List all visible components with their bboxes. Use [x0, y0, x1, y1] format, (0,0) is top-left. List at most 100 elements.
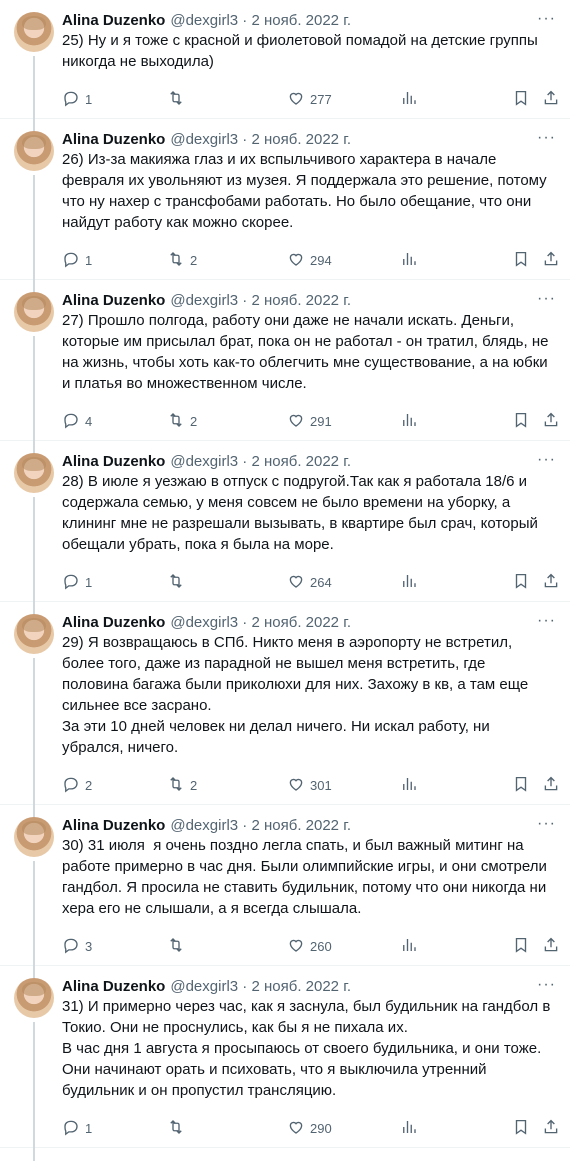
author-handle-date[interactable]: @dexgirl3 · 2 нояб. 2022 г. [170, 131, 351, 148]
author-name[interactable]: Alina Duzenko [62, 292, 165, 309]
author-name[interactable]: Alina Duzenko [62, 12, 165, 29]
share-button[interactable] [542, 411, 560, 431]
tweet[interactable]: ··· Alina Duzenko @dexgirl3 · 2 нояб. 20… [0, 602, 570, 818]
more-icon[interactable]: ··· [537, 451, 556, 469]
tweet-date[interactable]: 2 нояб. 2022 г. [251, 453, 351, 470]
views-button[interactable] [400, 411, 418, 431]
retweet-button[interactable] [167, 572, 190, 592]
like-button[interactable]: 291 [287, 411, 332, 431]
author-handle-date[interactable]: @dexgirl3 · 2 нояб. 2022 г. [170, 292, 351, 309]
avatar[interactable] [14, 817, 54, 857]
retweet-button[interactable]: 2 [167, 411, 197, 431]
tweet[interactable]: ··· Alina Duzenko @dexgirl3 · 2 нояб. 20… [0, 441, 570, 615]
retweet-count: 2 [190, 252, 198, 268]
views-button[interactable] [400, 572, 418, 592]
retweet-button[interactable]: 2 [167, 250, 197, 270]
share-icon [542, 89, 560, 110]
bookmark-button[interactable] [512, 775, 530, 795]
tweet-actions: 1 2 294 [62, 241, 558, 279]
more-icon[interactable]: ··· [537, 129, 556, 147]
avatar[interactable] [14, 978, 54, 1018]
reply-button[interactable]: 3 [62, 936, 92, 956]
author-handle-date[interactable]: @dexgirl3 · 2 нояб. 2022 г. [170, 817, 351, 834]
retweet-button[interactable] [167, 89, 190, 109]
share-button[interactable] [542, 775, 560, 795]
author-handle[interactable]: @dexgirl3 [170, 614, 238, 631]
reply-button[interactable]: 4 [62, 411, 92, 431]
views-button[interactable] [400, 775, 418, 795]
reply-button[interactable]: 1 [62, 1118, 92, 1138]
tweet[interactable]: ··· Alina Duzenko @dexgirl3 · 2 нояб. 20… [0, 805, 570, 979]
author-name[interactable]: Alina Duzenko [62, 817, 165, 834]
retweet-count: 2 [190, 413, 198, 429]
tweet-date[interactable]: 2 нояб. 2022 г. [251, 131, 351, 148]
share-button[interactable] [542, 1118, 560, 1138]
tweet-date[interactable]: 2 нояб. 2022 г. [251, 12, 351, 29]
share-button[interactable] [542, 250, 560, 270]
more-icon[interactable]: ··· [537, 612, 556, 630]
author-handle-date[interactable]: @dexgirl3 · 2 нояб. 2022 г. [170, 614, 351, 631]
reply-button[interactable]: 1 [62, 250, 92, 270]
retweet-icon [167, 572, 185, 593]
author-handle[interactable]: @dexgirl3 [170, 978, 238, 995]
tweet[interactable]: ··· Alina Duzenko @dexgirl3 · 2 нояб. 20… [0, 0, 570, 132]
tweet-date[interactable]: 2 нояб. 2022 г. [251, 614, 351, 631]
bookmark-button[interactable] [512, 411, 530, 431]
author-handle[interactable]: @dexgirl3 [170, 817, 238, 834]
bookmark-button[interactable] [512, 572, 530, 592]
avatar[interactable] [14, 131, 54, 171]
author-handle-date[interactable]: @dexgirl3 · 2 нояб. 2022 г. [170, 453, 351, 470]
bookmark-button[interactable] [512, 250, 530, 270]
like-button[interactable]: 290 [287, 1118, 332, 1138]
author-name[interactable]: Alina Duzenko [62, 131, 165, 148]
tweet-header: Alina Duzenko @dexgirl3 · 2 нояб. 2022 г… [62, 129, 554, 149]
bookmark-button[interactable] [512, 89, 530, 109]
share-button[interactable] [542, 572, 560, 592]
retweet-button[interactable]: 2 [167, 775, 197, 795]
retweet-button[interactable] [167, 936, 190, 956]
tweet-date[interactable]: 2 нояб. 2022 г. [251, 292, 351, 309]
views-button[interactable] [400, 936, 418, 956]
author-handle-date[interactable]: @dexgirl3 · 2 нояб. 2022 г. [170, 12, 351, 29]
avatar[interactable] [14, 453, 54, 493]
reply-button[interactable]: 2 [62, 775, 92, 795]
views-button[interactable] [400, 1118, 418, 1138]
author-name[interactable]: Alina Duzenko [62, 453, 165, 470]
tweet[interactable]: ··· Alina Duzenko @dexgirl3 · 2 нояб. 20… [0, 280, 570, 454]
like-button[interactable]: 301 [287, 775, 332, 795]
like-button[interactable]: 260 [287, 936, 332, 956]
more-icon[interactable]: ··· [537, 290, 556, 308]
author-handle[interactable]: @dexgirl3 [170, 453, 238, 470]
like-button[interactable]: 277 [287, 89, 332, 109]
bookmark-button[interactable] [512, 1118, 530, 1138]
avatar[interactable] [14, 12, 54, 52]
share-button[interactable] [542, 936, 560, 956]
reply-button[interactable]: 1 [62, 572, 92, 592]
like-button[interactable]: 264 [287, 572, 332, 592]
author-handle-date[interactable]: @dexgirl3 · 2 нояб. 2022 г. [170, 978, 351, 995]
author-handle[interactable]: @dexgirl3 [170, 12, 238, 29]
more-icon[interactable]: ··· [537, 815, 556, 833]
more-icon[interactable]: ··· [537, 976, 556, 994]
retweet-icon [167, 1118, 185, 1139]
retweet-button[interactable] [167, 1118, 190, 1138]
tweet-date[interactable]: 2 нояб. 2022 г. [251, 978, 351, 995]
bookmark-icon [512, 936, 530, 957]
views-icon [400, 1118, 418, 1139]
like-button[interactable]: 294 [287, 250, 332, 270]
views-button[interactable] [400, 89, 418, 109]
bookmark-button[interactable] [512, 936, 530, 956]
reply-button[interactable]: 1 [62, 89, 92, 109]
author-name[interactable]: Alina Duzenko [62, 614, 165, 631]
author-handle[interactable]: @dexgirl3 [170, 131, 238, 148]
avatar[interactable] [14, 292, 54, 332]
views-button[interactable] [400, 250, 418, 270]
tweet[interactable]: ··· Alina Duzenko @dexgirl3 · 2 нояб. 20… [0, 966, 570, 1161]
more-icon[interactable]: ··· [537, 10, 556, 28]
share-button[interactable] [542, 89, 560, 109]
tweet-date[interactable]: 2 нояб. 2022 г. [251, 817, 351, 834]
tweet[interactable]: ··· Alina Duzenko @dexgirl3 · 2 нояб. 20… [0, 119, 570, 293]
author-handle[interactable]: @dexgirl3 [170, 292, 238, 309]
avatar[interactable] [14, 614, 54, 654]
author-name[interactable]: Alina Duzenko [62, 978, 165, 995]
